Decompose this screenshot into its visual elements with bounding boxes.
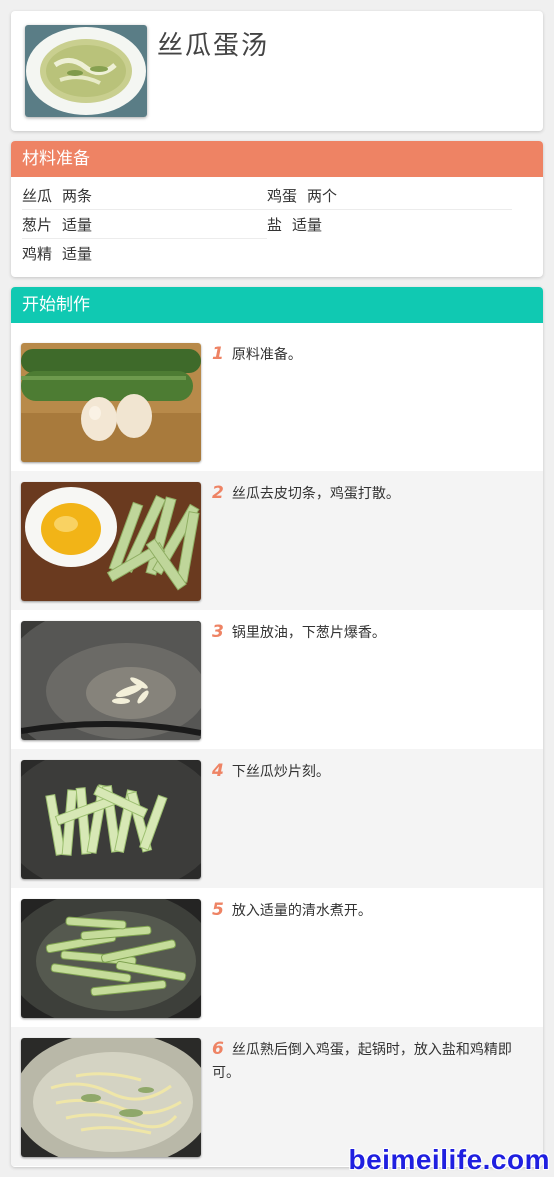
step-photo[interactable] — [21, 760, 201, 879]
step-text: 原料准备。 — [231, 347, 302, 363]
ingredient-name: 丝瓜 — [22, 187, 53, 205]
ingredient-item: 鸡蛋 两个 — [267, 182, 512, 210]
step-item: 2 丝瓜去皮切条，鸡蛋打散。 — [11, 471, 543, 610]
step-item: 4 下丝瓜炒片刻。 — [11, 749, 543, 888]
recipe-thumbnail[interactable] — [25, 25, 147, 117]
step-photo[interactable] — [21, 899, 201, 1018]
step-description: 3 锅里放油，下葱片爆香。 — [212, 621, 530, 645]
step-number: 2 — [212, 483, 224, 503]
site-watermark: beimeilife.com — [348, 1144, 550, 1175]
ingredient-qty: 适量 — [62, 245, 93, 263]
step-item: 3 锅里放油，下葱片爆香。 — [11, 610, 543, 749]
step-text: 下丝瓜炒片刻。 — [231, 764, 330, 780]
ingredient-item: 丝瓜 两条 — [22, 182, 267, 210]
ingredient-item: 鸡精 适量 — [22, 240, 267, 268]
step-description: 5 放入适量的清水煮开。 — [212, 899, 530, 923]
step-number: 4 — [212, 761, 224, 781]
ingredient-name: 鸡蛋 — [267, 187, 298, 205]
ingredient-qty: 适量 — [62, 216, 93, 234]
step-number: 1 — [212, 344, 224, 364]
step-description: 1 原料准备。 — [212, 343, 530, 367]
step-number: 6 — [212, 1039, 224, 1059]
step-description: 4 下丝瓜炒片刻。 — [212, 760, 530, 784]
ingredient-qty: 适量 — [292, 216, 323, 234]
ingredients-heading: 材料准备 — [11, 141, 543, 177]
step-photo[interactable] — [21, 1038, 201, 1157]
step-text: 丝瓜去皮切条，鸡蛋打散。 — [231, 486, 400, 502]
ingredient-name: 鸡精 — [22, 245, 53, 263]
step-description: 6 丝瓜熟后倒入鸡蛋，起锅时，放入盐和鸡精即可。 — [212, 1038, 530, 1085]
recipe-title: 丝瓜蛋汤 — [157, 31, 270, 61]
ingredients-list: 丝瓜 两条 鸡蛋 两个 葱片 适量 盐适量 鸡精 适量 — [11, 177, 543, 277]
ingredient-qty: 两个 — [307, 187, 338, 205]
step-photo[interactable] — [21, 343, 201, 462]
ingredient-name: 盐 — [267, 216, 283, 234]
steps-card: 开始制作 1 原料准备。 2 丝瓜去皮切条，鸡蛋打散。 3 锅里放油，下葱片爆香… — [11, 287, 543, 1167]
step-text: 丝瓜熟后倒入鸡蛋，起锅时，放入盐和鸡精即可。 — [212, 1042, 512, 1081]
step-description: 2 丝瓜去皮切条，鸡蛋打散。 — [212, 482, 530, 506]
recipe-header-card: 丝瓜蛋汤 — [11, 11, 543, 131]
ingredient-item: 盐适量 — [267, 211, 512, 239]
step-item: 1 原料准备。 — [11, 332, 543, 471]
step-text: 锅里放油，下葱片爆香。 — [231, 625, 386, 641]
steps-heading: 开始制作 — [11, 287, 543, 323]
ingredient-name: 葱片 — [22, 216, 53, 234]
step-number: 5 — [212, 900, 224, 920]
step-photo[interactable] — [21, 482, 201, 601]
step-photo[interactable] — [21, 621, 201, 740]
step-number: 3 — [212, 622, 224, 642]
ingredients-card: 材料准备 丝瓜 两条 鸡蛋 两个 葱片 适量 盐适量 鸡精 适量 — [11, 141, 543, 277]
ingredient-item: 葱片 适量 — [22, 211, 267, 239]
step-item: 5 放入适量的清水煮开。 — [11, 888, 543, 1027]
ingredient-qty: 两条 — [62, 187, 93, 205]
step-text: 放入适量的清水煮开。 — [231, 903, 372, 919]
